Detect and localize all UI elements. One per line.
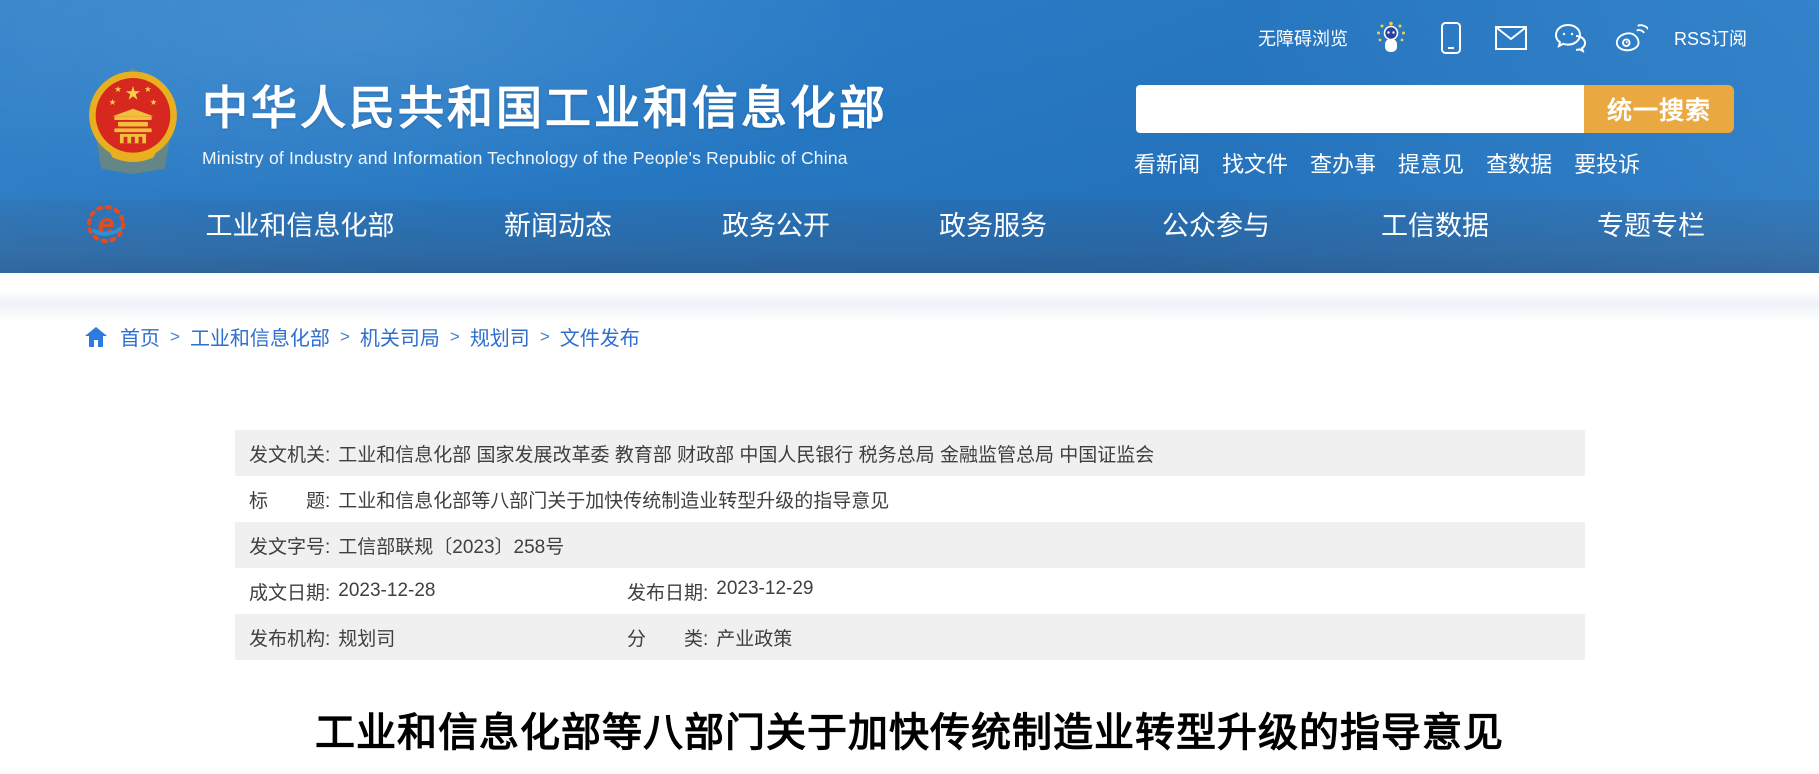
wechat-icon[interactable]	[1554, 21, 1588, 55]
svg-text:★: ★	[150, 97, 158, 107]
header-shadow	[0, 273, 1819, 323]
meta-value: 产业政策	[716, 624, 792, 651]
nav-item-participate[interactable]: 公众参与	[1162, 204, 1270, 243]
quick-links: 看新闻 找文件 查办事 提意见 查数据 要投诉	[1134, 147, 1640, 179]
breadcrumb-separator: >	[170, 327, 180, 347]
accessibility-robot-icon[interactable]	[1374, 21, 1408, 55]
meta-value: 2023-12-29	[716, 578, 813, 605]
meta-value: 工信部联规〔2023〕258号	[338, 532, 564, 559]
quick-link-complaint[interactable]: 要投诉	[1574, 147, 1640, 179]
meta-value: 工业和信息化部等八部门关于加快传统制造业转型升级的指导意见	[338, 486, 889, 513]
meta-label: 发文机关:	[249, 440, 330, 467]
page: 无障碍浏览	[0, 0, 1819, 774]
breadcrumb-home[interactable]: 首页	[120, 322, 160, 351]
meta-label: 发文字号:	[249, 532, 330, 559]
quick-link-news[interactable]: 看新闻	[1134, 147, 1200, 179]
svg-text:★: ★	[125, 82, 142, 103]
meta-row-title: 标 题: 工业和信息化部等八部门关于加快传统制造业转型升级的指导意见	[235, 476, 1585, 522]
meta-label: 分 类:	[627, 624, 708, 651]
breadcrumb-miit[interactable]: 工业和信息化部	[190, 322, 330, 351]
topbar: 无障碍浏览	[1258, 18, 1747, 58]
article-title: 工业和信息化部等八部门关于加快传统制造业转型升级的指导意见	[0, 700, 1819, 758]
meta-label: 成文日期:	[249, 578, 330, 605]
meta-label: 标 题:	[249, 486, 330, 513]
site-subtitle: Ministry of Industry and Information Tec…	[202, 148, 888, 169]
nav-item-services[interactable]: 政务服务	[939, 204, 1047, 243]
search-input[interactable]	[1136, 85, 1584, 133]
quick-link-services[interactable]: 查办事	[1310, 147, 1376, 179]
mobile-icon[interactable]	[1434, 21, 1468, 55]
breadcrumb-separator: >	[450, 327, 460, 347]
search-bar: 统一搜索	[1136, 85, 1734, 133]
weibo-icon[interactable]	[1614, 21, 1648, 55]
svg-text:★: ★	[114, 84, 122, 94]
meta-row-doc-number: 发文字号: 工信部联规〔2023〕258号	[235, 522, 1585, 568]
breadcrumb: 首页 > 工业和信息化部 > 机关司局 > 规划司 > 文件发布	[84, 322, 640, 351]
svg-text:★: ★	[109, 97, 117, 107]
breadcrumb-documents[interactable]: 文件发布	[560, 322, 640, 351]
national-emblem-icon: ★ ★ ★ ★ ★	[86, 64, 180, 176]
accessibility-link[interactable]: 无障碍浏览	[1258, 25, 1348, 51]
miit-nav-logo-icon[interactable]: e	[80, 198, 132, 250]
meta-label: 发布机构:	[249, 624, 330, 651]
meta-row-issuing-agency: 发文机关: 工业和信息化部 国家发展改革委 教育部 财政部 中国人民银行 税务总…	[235, 430, 1585, 476]
meta-row-publisher-category: 发布机构: 规划司 分 类: 产业政策	[235, 614, 1585, 660]
breadcrumb-bureaus[interactable]: 机关司局	[360, 322, 440, 351]
search-button[interactable]: 统一搜索	[1584, 85, 1734, 133]
meta-label: 发布日期:	[627, 578, 708, 605]
breadcrumb-planning[interactable]: 规划司	[470, 322, 530, 351]
rss-link[interactable]: RSS订阅	[1674, 25, 1747, 51]
quick-link-feedback[interactable]: 提意见	[1398, 147, 1464, 179]
mail-icon[interactable]	[1494, 21, 1528, 55]
quick-link-files[interactable]: 找文件	[1222, 147, 1288, 179]
doc-meta-table: 发文机关: 工业和信息化部 国家发展改革委 教育部 财政部 中国人民银行 税务总…	[235, 430, 1585, 660]
meta-value: 2023-12-28	[338, 580, 435, 602]
nav-item-topics[interactable]: 专题专栏	[1597, 204, 1705, 243]
meta-value: 规划司	[338, 624, 395, 651]
main-nav: e 工业和信息化部 新闻动态 政务公开 政务服务 公众参与 工信数据 专题专栏	[0, 196, 1819, 242]
nav-item-disclosure[interactable]: 政务公开	[722, 204, 830, 243]
breadcrumb-separator: >	[540, 327, 550, 347]
breadcrumb-separator: >	[340, 327, 350, 347]
nav-item-news[interactable]: 新闻动态	[504, 204, 612, 243]
site-title: 中华人民共和国工业和信息化部	[202, 72, 888, 138]
home-icon[interactable]	[84, 325, 108, 349]
nav-item-data[interactable]: 工信数据	[1381, 204, 1489, 243]
brand: ★ ★ ★ ★ ★ 中华人民共和国工业和信息化部 Ministry of Ind…	[86, 64, 888, 176]
quick-link-data[interactable]: 查数据	[1486, 147, 1552, 179]
meta-value: 工业和信息化部 国家发展改革委 教育部 财政部 中国人民银行 税务总局 金融监管…	[338, 440, 1154, 467]
meta-row-dates: 成文日期: 2023-12-28 发布日期: 2023-12-29	[235, 568, 1585, 614]
nav-item-miit[interactable]: 工业和信息化部	[206, 204, 395, 243]
svg-text:★: ★	[144, 84, 152, 94]
